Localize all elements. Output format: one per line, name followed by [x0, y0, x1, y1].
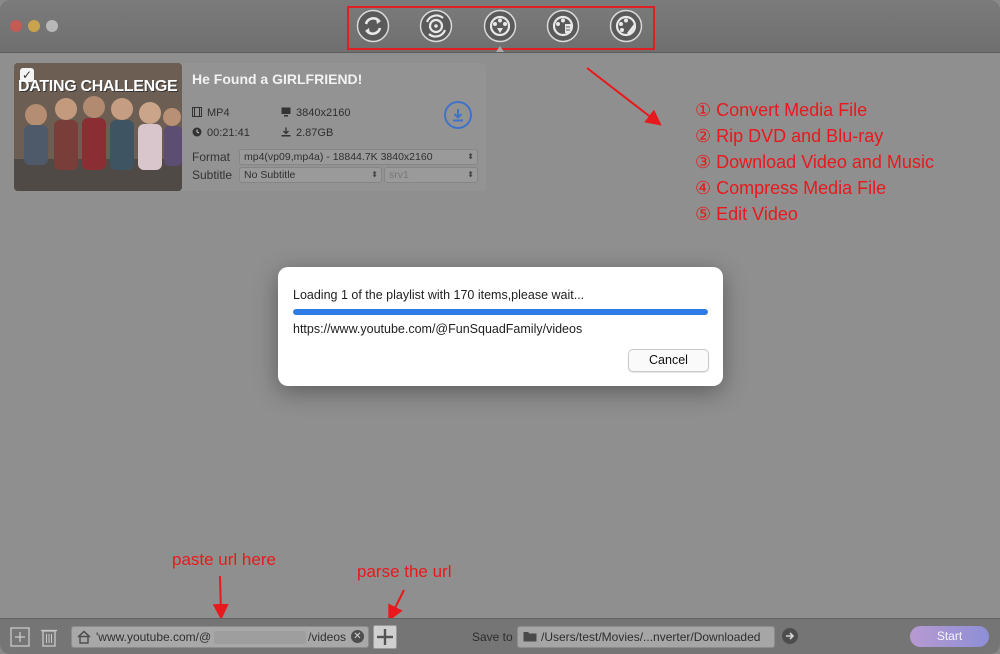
paste-url-arrow: [212, 575, 229, 620]
cancel-button[interactable]: Cancel: [628, 349, 709, 372]
trash-icon[interactable]: [39, 627, 59, 647]
loading-progress-fill: [293, 309, 708, 315]
folder-icon: [523, 632, 537, 642]
clear-url-icon[interactable]: ✕: [351, 630, 364, 643]
toolbar-annotation-arrow: [586, 67, 662, 126]
feature-annotation: ③ Download Video and Music: [695, 152, 934, 172]
save-path-field[interactable]: /Users/test/Movies/...nverter/Downloaded: [517, 626, 775, 648]
parse-url-hint: parse the url: [357, 562, 452, 581]
loading-message: Loading 1 of the playlist with 170 items…: [293, 288, 585, 302]
paste-url-hint: paste url here: [172, 550, 276, 569]
add-file-icon[interactable]: [10, 627, 30, 647]
feature-annotation: ⑤ Edit Video: [695, 204, 798, 224]
save-path-text: /Users/test/Movies/...nverter/Downloaded: [541, 630, 761, 644]
url-text-suffix: /videos: [308, 630, 347, 644]
feature-annotation: ④ Compress Media File: [695, 178, 887, 198]
url-text-prefix: 'www.youtube.com/@: [96, 630, 212, 644]
open-folder-button[interactable]: [782, 628, 798, 644]
loading-url: https://www.youtube.com/@FunSquadFamily/…: [293, 322, 583, 336]
loading-dialog: Loading 1 of the playlist with 170 items…: [278, 267, 723, 386]
url-input[interactable]: 'www.youtube.com/@ /videos ✕: [71, 626, 369, 648]
bottom-bar: 'www.youtube.com/@ /videos ✕ Save to /Us…: [0, 618, 1000, 654]
parse-url-button[interactable]: [373, 625, 397, 649]
parse-url-arrow: [388, 589, 405, 622]
plus-icon: [377, 629, 393, 645]
app-window: ✓ DATING CHALLENGE He Found a GIRLFRIEND…: [0, 0, 1000, 654]
feature-annotation: ② Rip DVD and Blu-ray: [695, 126, 884, 146]
url-redacted-segment: [214, 631, 306, 644]
home-icon: [77, 630, 91, 644]
start-button[interactable]: Start: [910, 626, 989, 647]
save-to-label: Save to: [472, 630, 513, 644]
feature-annotations: ① Convert Media File ② Rip DVD and Blu-r…: [695, 97, 934, 227]
feature-annotation: ① Convert Media File: [695, 100, 868, 120]
loading-progress-bar: [293, 309, 708, 315]
arrow-right-icon: [786, 632, 795, 640]
